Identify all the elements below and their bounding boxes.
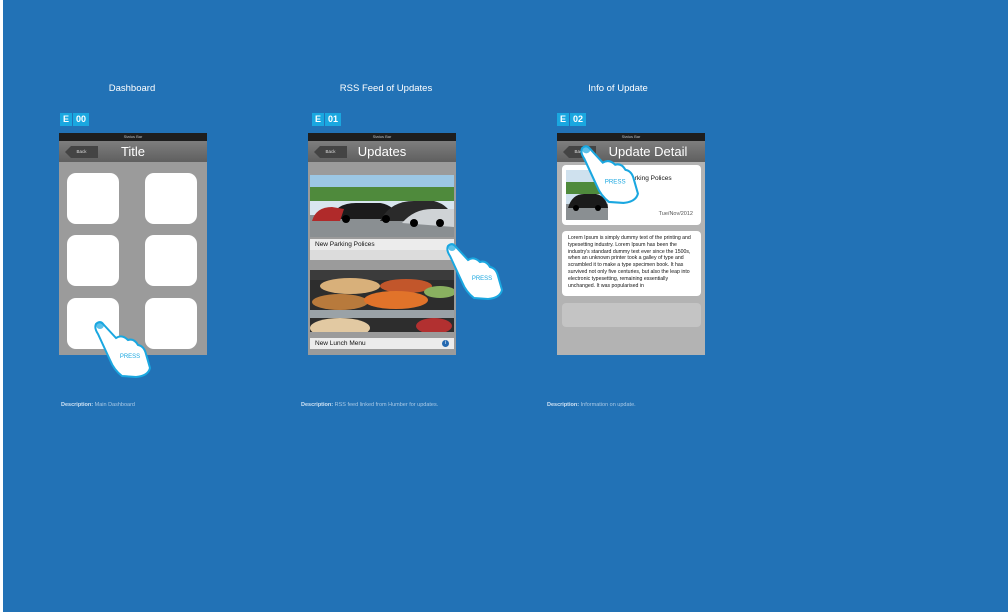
description-rss-feed: Description: RSS feed linked from Humber… [301,402,471,409]
screen-badge-e00: E 00 [60,113,90,126]
badge-number: 00 [73,113,90,126]
description-text: RSS feed linked from Humber for updates. [334,402,439,408]
feed-item-label: New Lunch Menu [315,340,366,347]
badge-letter: E [557,113,570,126]
update-body-card: Lorem Ipsum is simply dummy text of the … [562,231,701,296]
phone-mockup-updates: Status Bar Back Updates New Parking Poli… [308,133,456,355]
badge-letter: E [312,113,325,126]
empty-content-area [562,303,701,327]
nav-title: Title [120,144,146,159]
badge-letter: E [60,113,73,126]
feed-item-parking[interactable]: New Parking Polices [310,239,454,250]
description-text: Main Dashboard [94,402,135,408]
feed-item-label: New Parking Polices [315,241,375,248]
update-body-text: Lorem Ipsum is simply dummy text of the … [568,235,691,289]
description-label: Description: [547,402,580,408]
press-hand-icon: PRESS [580,145,640,204]
press-label: PRESS [120,354,140,360]
dashboard-tile-2[interactable] [145,173,197,224]
dashboard-tile-6[interactable] [145,298,197,349]
nav-bar: Back Title [59,141,207,162]
description-label: Description: [61,402,94,408]
dashboard-tile-4[interactable] [145,235,197,286]
press-hand-icon: PRESS [94,321,152,378]
column-title-info-of-update: Info of Update [588,83,648,94]
screen-badge-e01: E 01 [312,113,342,126]
status-bar: Status Bar [308,133,456,141]
column-title-rss-feed: RSS Feed of Updates [339,83,433,94]
column-title-dashboard: Dashboard [108,83,156,94]
feed-separator [310,250,454,260]
status-bar: Status Bar [59,133,207,141]
feed-item-lunch[interactable]: New Lunch Menu i [310,338,454,349]
nav-title: Updates [357,144,407,159]
dashboard-tile-1[interactable] [67,173,119,224]
screen-badge-e02: E 02 [557,113,587,126]
press-hand-icon: PRESS [446,243,504,300]
update-date: Tue/Nov/2012 [658,211,693,217]
badge-number: 02 [570,113,587,126]
nav-bar: Back Updates [308,141,456,162]
dashboard-tile-3[interactable] [67,235,119,286]
description-text: Information on update. [580,402,636,408]
press-label: PRESS [472,276,492,282]
status-bar: Status Bar [557,133,705,141]
badge-number: 01 [325,113,342,126]
info-icon[interactable]: i [442,340,449,347]
description-dashboard: Description: Main Dashboard [61,402,231,409]
lunch-buffet-photo[interactable] [310,270,454,332]
description-info-of-update: Description: Information on update. [547,402,717,409]
description-label: Description: [301,402,334,408]
press-label: PRESS [605,178,626,185]
parking-lot-photo[interactable] [310,175,454,237]
left-edge-stripe [0,0,3,612]
